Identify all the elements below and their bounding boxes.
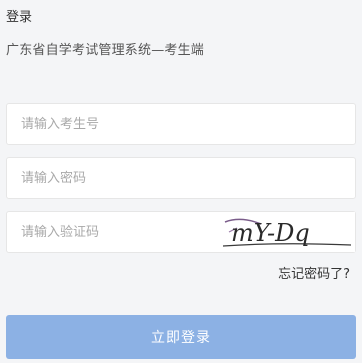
captcha-graphic: mY-Dq — [222, 218, 352, 247]
captcha-field: mY-Dq — [6, 211, 356, 253]
login-page: 登录 广东省自学考试管理系统—考生端 mY-Dq 忘记密码了? 立即登录 — [0, 0, 362, 363]
page-title: 登录 — [6, 10, 33, 25]
captcha-text: mY-Dq — [231, 219, 310, 247]
password-field — [6, 157, 356, 199]
captcha-input[interactable] — [7, 212, 222, 252]
student-id-input[interactable] — [7, 104, 355, 144]
captcha-image[interactable]: mY-Dq — [221, 212, 355, 252]
login-button[interactable]: 立即登录 — [6, 315, 356, 359]
forgot-password-link[interactable]: 忘记密码了? — [278, 263, 350, 282]
password-input[interactable] — [7, 158, 355, 198]
system-subtitle: 广东省自学考试管理系统—考生端 — [6, 43, 205, 58]
student-id-field — [6, 103, 356, 145]
